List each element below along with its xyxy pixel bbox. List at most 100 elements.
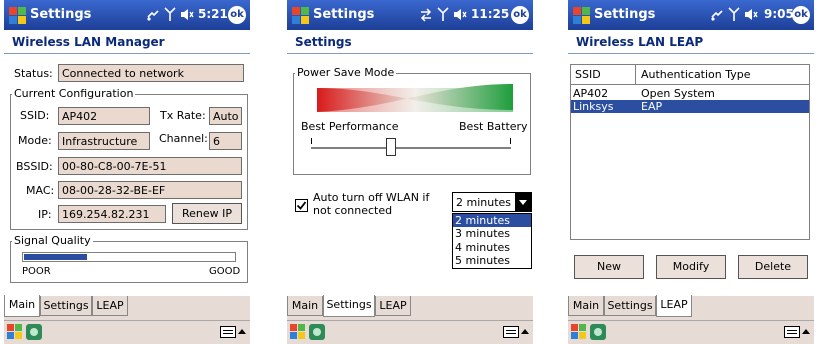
bssid-label: BSSID: xyxy=(16,160,53,173)
dropdown-option[interactable]: 5 minutes xyxy=(453,254,531,267)
ok-button[interactable]: ok xyxy=(228,6,246,24)
title-bar: Settings 9:05 ok xyxy=(568,0,814,30)
start-flag-icon[interactable] xyxy=(290,324,306,340)
volume-icon[interactable] xyxy=(744,8,758,21)
dropdown-option[interactable]: 2 minutes xyxy=(453,214,531,227)
settings-app-icon[interactable] xyxy=(26,324,42,340)
clock-time[interactable]: 5:21 xyxy=(198,7,228,21)
clock-time[interactable]: 11:25 xyxy=(471,7,509,21)
ssid-field: AP402 xyxy=(58,107,150,125)
dropdown-option[interactable]: 3 minutes xyxy=(453,227,531,240)
connectivity-icon[interactable] xyxy=(146,8,160,22)
title-bar: Settings 11:25 ok xyxy=(287,0,533,30)
tab-main[interactable]: Main xyxy=(4,295,40,317)
page-title-text: Settings xyxy=(295,35,352,49)
new-button[interactable]: New xyxy=(574,255,644,279)
settings-app-icon[interactable] xyxy=(590,324,606,340)
app-title[interactable]: Settings xyxy=(313,7,374,22)
sync-arrows-icon[interactable] xyxy=(419,8,433,22)
slider-tick-right xyxy=(510,138,511,144)
table-row-selected[interactable]: Linksys EAP xyxy=(571,100,809,113)
tab-settings[interactable]: Settings xyxy=(604,296,656,316)
input-menu-caret-icon[interactable] xyxy=(802,329,810,334)
timeout-dropdown-list: 2 minutes 3 minutes 4 minutes 5 minutes xyxy=(452,213,532,269)
tab-leap[interactable]: LEAP xyxy=(92,296,128,316)
status-field: Connected to network xyxy=(58,64,244,82)
signal-antenna-icon[interactable] xyxy=(728,7,740,22)
tab-main[interactable]: Main xyxy=(287,296,323,316)
auto-off-checkbox[interactable] xyxy=(295,199,308,212)
table-row[interactable]: AP402 Open System xyxy=(571,87,809,100)
signal-antenna-icon[interactable] xyxy=(437,7,449,22)
title-bar: Settings 5:21 ok xyxy=(4,0,250,30)
keyboard-icon[interactable] xyxy=(503,326,519,338)
volume-icon[interactable] xyxy=(453,8,467,21)
table-header-ssid[interactable]: SSID xyxy=(571,65,636,85)
row-auth-type: EAP xyxy=(641,100,663,113)
leap-table: SSID Authentication Type AP402 Open Syst… xyxy=(570,64,810,240)
channel-label: Channel: xyxy=(159,132,208,145)
modify-button[interactable]: Modify xyxy=(656,255,726,279)
page-title-text: Wireless LAN LEAP xyxy=(576,35,704,49)
tx-rate-field: Auto xyxy=(209,107,242,125)
start-menu-flag-icon[interactable] xyxy=(8,6,26,24)
renew-ip-button[interactable]: Renew IP xyxy=(172,203,242,224)
auto-off-label-line2: not connected xyxy=(313,204,393,217)
volume-icon[interactable] xyxy=(180,8,194,21)
row-auth-type: Open System xyxy=(641,87,715,100)
signal-quality-fill xyxy=(24,254,87,260)
start-flag-icon[interactable] xyxy=(571,324,587,340)
tx-rate-label: Tx Rate: xyxy=(160,109,206,122)
app-title[interactable]: Settings xyxy=(30,7,91,22)
clock-time[interactable]: 9:05 xyxy=(764,7,794,21)
checkmark-icon xyxy=(296,201,307,210)
timeout-dropdown[interactable]: 2 minutes xyxy=(452,192,532,212)
table-header-auth-type[interactable]: Authentication Type xyxy=(636,65,809,85)
dropdown-option[interactable]: 4 minutes xyxy=(453,241,531,254)
delete-button[interactable]: Delete xyxy=(738,255,808,279)
app-title[interactable]: Settings xyxy=(594,7,655,22)
best-performance-label: Best Performance xyxy=(301,120,399,133)
keyboard-icon[interactable] xyxy=(784,326,800,338)
input-menu-caret-icon[interactable] xyxy=(238,329,246,334)
tab-settings[interactable]: Settings xyxy=(323,295,375,317)
tab-leap[interactable]: LEAP xyxy=(656,295,692,317)
power-slider-thumb[interactable] xyxy=(386,138,396,156)
timeout-dropdown-value: 2 minutes xyxy=(456,196,512,209)
channel-field: 6 xyxy=(209,132,242,150)
ok-button[interactable]: ok xyxy=(511,6,529,24)
bottom-menu-bar xyxy=(287,320,533,344)
good-label: GOOD xyxy=(209,266,241,277)
start-flag-icon[interactable] xyxy=(7,324,23,340)
page-title: Wireless LAN Manager xyxy=(4,30,250,54)
mac-field: 08-00-28-32-BE-EF xyxy=(58,181,242,199)
tab-leap[interactable]: LEAP xyxy=(375,296,411,316)
input-menu-caret-icon[interactable] xyxy=(521,329,529,334)
signal-antenna-icon[interactable] xyxy=(164,7,176,22)
current-configuration-legend: Current Configuration xyxy=(12,87,136,100)
tab-main[interactable]: Main xyxy=(568,296,604,316)
ssid-label: SSID: xyxy=(20,109,50,122)
power-slider-track[interactable] xyxy=(311,147,511,149)
start-menu-flag-icon[interactable] xyxy=(291,6,309,24)
ok-button[interactable]: ok xyxy=(792,6,810,24)
bssid-field: 00-80-C8-00-7E-51 xyxy=(58,157,242,175)
tab-settings[interactable]: Settings xyxy=(40,296,92,316)
page-title: Wireless LAN LEAP xyxy=(568,30,814,54)
settings-app-icon[interactable] xyxy=(309,324,325,340)
best-battery-label: Best Battery xyxy=(459,120,528,133)
auto-off-label-line1: Auto turn off WLAN if xyxy=(313,191,430,204)
ip-field: 169.254.82.231 xyxy=(58,205,166,223)
connectivity-icon[interactable] xyxy=(710,8,724,22)
dropdown-arrow-icon[interactable] xyxy=(515,193,531,211)
power-save-mode-legend: Power Save Mode xyxy=(295,66,397,79)
status-label: Status: xyxy=(14,67,53,80)
screen-wireless-lan-manager: Settings 5:21 ok Wireless LAN Manager St… xyxy=(4,0,250,344)
start-menu-flag-icon[interactable] xyxy=(572,6,590,24)
ip-label: IP: xyxy=(38,208,52,221)
bottom-menu-bar xyxy=(4,320,250,344)
page-title: Settings xyxy=(287,30,533,54)
keyboard-icon[interactable] xyxy=(220,326,236,338)
screen-wireless-lan-leap: Settings 9:05 ok Wireless LAN LEAP SSID … xyxy=(568,0,814,344)
mac-label: MAC: xyxy=(26,184,55,197)
